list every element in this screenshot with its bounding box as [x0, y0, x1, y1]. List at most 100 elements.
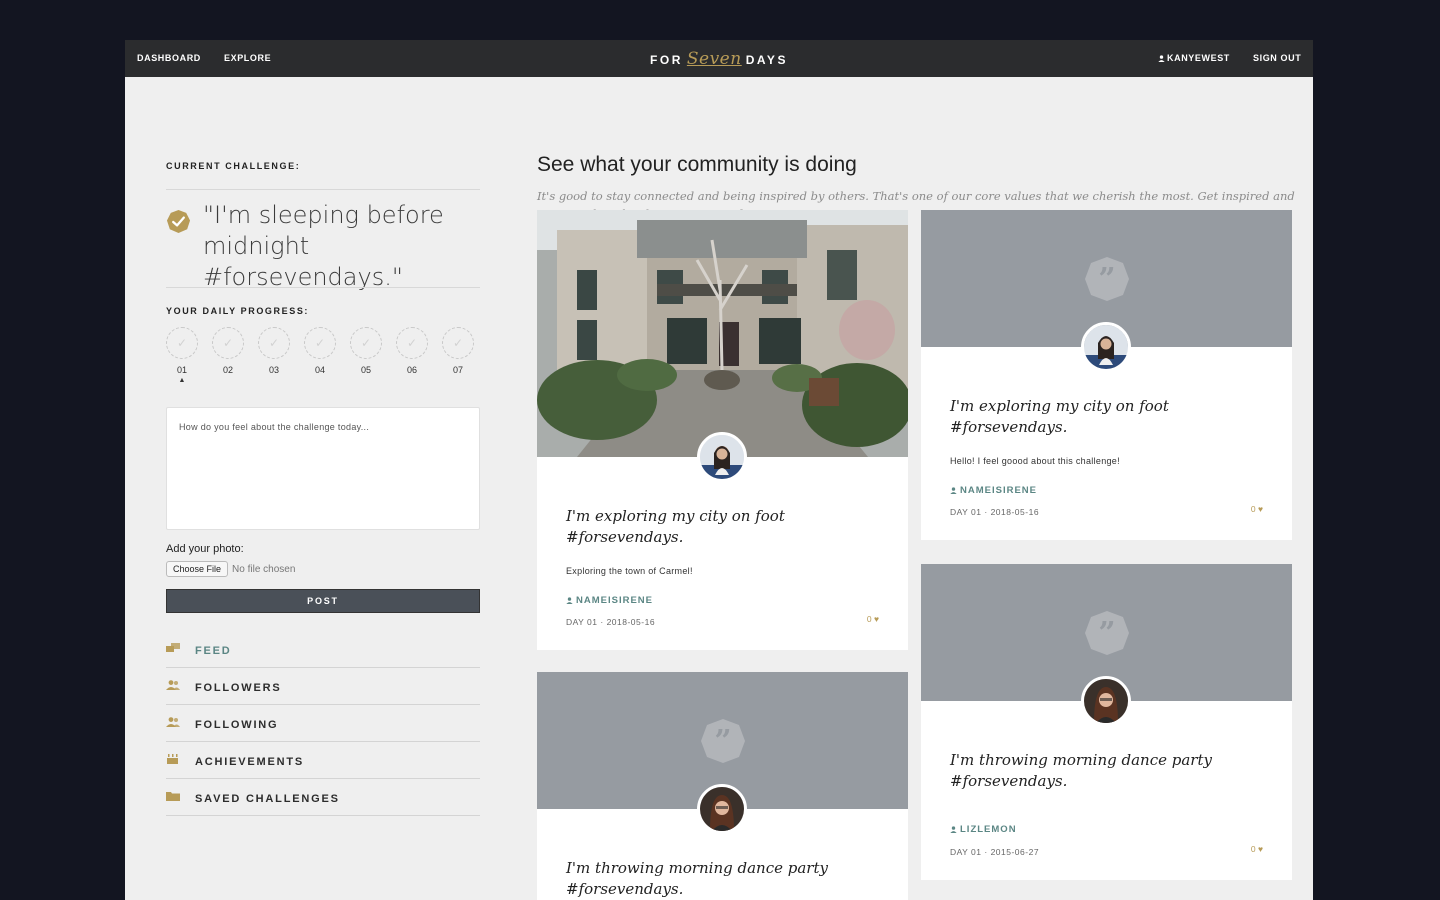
story-author[interactable]: NAMEISIRENE — [566, 595, 653, 606]
file-status: No file chosen — [232, 563, 296, 575]
avatar[interactable] — [1081, 322, 1131, 372]
sidebar-item-followers[interactable]: FOLLOWERS — [166, 668, 480, 705]
day-1[interactable]: ✓ 01 ▲ — [166, 327, 198, 384]
author-name: LIZLEMON — [960, 824, 1017, 835]
quote-icon: ” — [1084, 610, 1129, 655]
sidebar-item-achievements[interactable]: ACHIEVEMENTS — [166, 742, 480, 779]
story-meta: DAY 01 · 2018-05-16 — [566, 617, 656, 627]
story-title[interactable]: I'm throwing morning dance party #forsev… — [950, 750, 1270, 792]
avatar[interactable] — [697, 432, 747, 482]
quote-icon: ” — [700, 718, 745, 763]
check-icon: ✓ — [442, 327, 474, 359]
brand-days: DAYS — [745, 53, 788, 67]
check-icon: ✓ — [350, 327, 382, 359]
day-number: 07 — [452, 365, 463, 375]
app-frame: DASHBOARD EXPLORE FOR Seven DAYS KANYEWEST… — [125, 40, 1313, 900]
story-card[interactable]: ” I'm throwing morning dance party #fors… — [537, 672, 908, 900]
avatar-portrait — [700, 435, 744, 479]
quote-icon: ” — [1084, 256, 1129, 301]
like-count[interactable]: 0 ♥ — [1251, 844, 1263, 854]
story-meta: DAY 01 · 2015-06-27 — [950, 847, 1040, 857]
avatar-portrait — [1084, 679, 1128, 723]
story-body: Exploring the town of Carmel! — [566, 566, 693, 576]
day-4[interactable]: ✓ 04 — [304, 327, 336, 375]
svg-text:”: ” — [714, 724, 731, 759]
folder-icon — [166, 792, 180, 801]
avatar[interactable] — [697, 784, 747, 834]
sidebar-item-label: FOLLOWERS — [195, 682, 282, 694]
challenge-text: "I'm sleeping before midnight #forsevend… — [203, 201, 444, 291]
story-card[interactable]: ” I'm throwing morning dance party #fors… — [921, 564, 1292, 880]
story-title[interactable]: I'm throwing morning dance party #forsev… — [566, 858, 886, 900]
user-name: KANYEWEST — [1167, 53, 1230, 63]
brand-for: FOR — [650, 53, 683, 67]
divider — [166, 287, 480, 288]
check-icon: ✓ — [258, 327, 290, 359]
post-button[interactable]: POST — [166, 589, 480, 613]
story-meta: DAY 01 · 2018-05-16 — [950, 507, 1040, 517]
story-title[interactable]: I'm exploring my city on foot #forsevend… — [950, 396, 1270, 438]
author-name: NAMEISIRENE — [576, 595, 653, 606]
file-input: Choose File No file chosen — [166, 561, 295, 577]
top-navbar: DASHBOARD EXPLORE FOR Seven DAYS KANYEWEST… — [125, 40, 1313, 77]
daily-progress-tracker: ✓ 01 ▲ ✓ 02 ✓ 03 ✓ 04 ✓ 05 ✓ 06 ✓ 07 — [166, 327, 480, 397]
check-icon: ✓ — [304, 327, 336, 359]
day-number: 04 — [314, 365, 325, 375]
user-icon — [566, 597, 573, 604]
day-2[interactable]: ✓ 02 — [212, 327, 244, 375]
page-title: See what your community is doing — [537, 153, 857, 176]
svg-text:”: ” — [1098, 616, 1115, 651]
sidebar-item-label: FEED — [195, 645, 232, 657]
day-5[interactable]: ✓ 05 — [350, 327, 382, 375]
sign-out-link[interactable]: SIGN OUT — [1253, 53, 1301, 63]
story-card[interactable]: ” I'm exploring my city on foot #forseve… — [921, 210, 1292, 540]
user-icon — [950, 487, 957, 494]
daily-progress-label: YOUR DAILY PROGRESS: — [166, 306, 310, 316]
following-icon — [166, 717, 180, 727]
day-number: 02 — [222, 365, 233, 375]
day-7[interactable]: ✓ 07 — [442, 327, 474, 375]
story-photo — [537, 210, 912, 457]
day-number: 01 — [176, 365, 187, 375]
day-number: 05 — [360, 365, 371, 375]
user-menu-link[interactable]: KANYEWEST — [1158, 53, 1230, 63]
brand-seven: Seven — [686, 49, 742, 69]
sidebar-item-label: ACHIEVEMENTS — [195, 756, 304, 768]
choose-file-button[interactable]: Choose File — [166, 561, 229, 577]
avatar[interactable] — [1081, 676, 1131, 726]
followers-icon — [166, 680, 180, 690]
story-body: Hello! I feel goood about this challenge… — [950, 456, 1120, 466]
user-icon — [1158, 55, 1165, 62]
story-author[interactable]: NAMEISIRENE — [950, 485, 1037, 496]
day-number: 06 — [406, 365, 417, 375]
textarea-placeholder: How do you feel about the challenge toda… — [179, 422, 370, 432]
feed-icon — [166, 643, 180, 652]
sidebar-item-feed[interactable]: FEED — [166, 631, 480, 668]
author-name: NAMEISIRENE — [960, 485, 1037, 496]
story-card[interactable]: I'm exploring my city on foot #forsevend… — [537, 210, 912, 650]
story-title[interactable]: I'm exploring my city on foot #forsevend… — [566, 506, 886, 548]
check-icon: ✓ — [212, 327, 244, 359]
like-count[interactable]: 0 ♥ — [867, 614, 879, 624]
day-3[interactable]: ✓ 03 — [258, 327, 290, 375]
sidebar-item-saved-challenges[interactable]: SAVED CHALLENGES — [166, 779, 480, 816]
current-day-marker: ▲ — [178, 377, 186, 384]
courtyard-photo — [537, 210, 912, 457]
svg-text:”: ” — [1098, 262, 1115, 297]
feeling-textarea[interactable]: How do you feel about the challenge toda… — [166, 407, 480, 530]
brand-logo[interactable]: FOR Seven DAYS — [125, 49, 1313, 69]
add-photo-label: Add your photo: — [166, 543, 244, 555]
sidebar-menu: FEED FOLLOWERS FOLLOWING ACHIEVEMENTS SA… — [166, 631, 480, 816]
day-6[interactable]: ✓ 06 — [396, 327, 428, 375]
sidebar-item-label: FOLLOWING — [195, 719, 279, 731]
divider — [166, 189, 480, 190]
story-author[interactable]: LIZLEMON — [950, 824, 1017, 835]
current-challenge-label: CURRENT CHALLENGE: — [166, 161, 301, 171]
check-badge-icon — [166, 209, 191, 234]
like-count[interactable]: 0 ♥ — [1251, 504, 1263, 514]
day-number: 03 — [268, 365, 279, 375]
achievements-icon — [167, 754, 178, 764]
check-icon: ✓ — [166, 327, 198, 359]
sidebar-item-following[interactable]: FOLLOWING — [166, 705, 480, 742]
check-icon: ✓ — [396, 327, 428, 359]
